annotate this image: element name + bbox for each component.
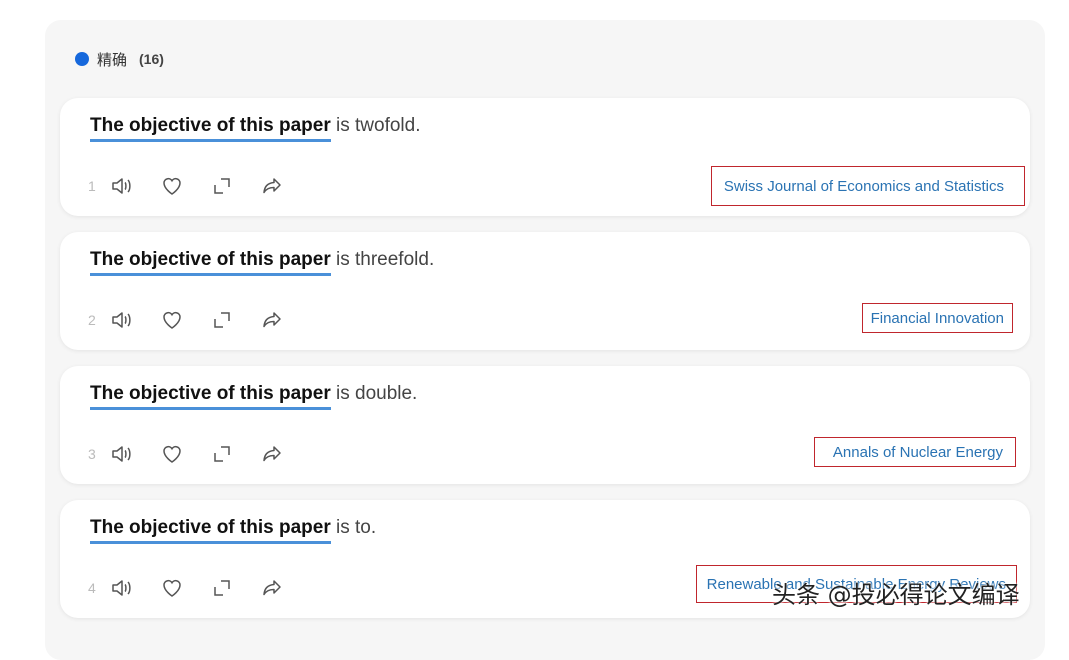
example-sentence: The objective of this paper is to.	[90, 517, 376, 544]
share-button[interactable]	[260, 174, 310, 198]
speaker-icon	[112, 312, 131, 328]
speak-button[interactable]	[110, 174, 160, 198]
category-dot-icon	[75, 52, 89, 66]
result-card: The objective of this paper is twofold. …	[60, 98, 1030, 216]
share-button[interactable]	[260, 308, 310, 332]
speak-button[interactable]	[110, 576, 160, 600]
expand-icon	[214, 178, 230, 194]
result-count: (16)	[139, 51, 164, 67]
result-number: 3	[88, 446, 96, 462]
sentence-rest: is to.	[330, 517, 377, 538]
result-number: 2	[88, 312, 96, 328]
highlighted-phrase: The objective of this paper	[90, 517, 331, 544]
highlighted-phrase: The objective of this paper	[90, 383, 331, 410]
favorite-button[interactable]	[160, 576, 210, 600]
share-icon	[263, 446, 281, 462]
heart-icon	[163, 445, 181, 463]
result-card: The objective of this paper is threefold…	[60, 232, 1030, 350]
speaker-icon	[112, 580, 131, 596]
source-journal-link[interactable]: Swiss Journal of Economics and Statistic…	[710, 166, 1025, 206]
highlighted-phrase: The objective of this paper	[90, 115, 331, 142]
share-button[interactable]	[260, 442, 310, 466]
share-button[interactable]	[260, 576, 310, 600]
source-journal-link[interactable]: Financial Innovation	[861, 303, 1013, 333]
action-bar: 1	[88, 174, 310, 198]
speak-button[interactable]	[110, 442, 160, 466]
expand-icon	[214, 580, 230, 596]
highlighted-phrase: The objective of this paper	[90, 249, 331, 276]
expand-button[interactable]	[210, 174, 260, 198]
favorite-button[interactable]	[160, 442, 210, 466]
heart-icon	[163, 177, 181, 195]
expand-icon	[214, 446, 230, 462]
speaker-icon	[112, 446, 131, 462]
sentence-rest: is double.	[330, 383, 418, 404]
result-number: 4	[88, 580, 96, 596]
expand-button[interactable]	[210, 442, 260, 466]
category-label: 精确	[97, 50, 128, 69]
expand-button[interactable]	[210, 308, 260, 332]
action-bar: 2	[88, 308, 310, 332]
example-sentence: The objective of this paper is double.	[90, 383, 417, 410]
speaker-icon	[112, 178, 131, 194]
share-icon	[263, 312, 281, 328]
result-card: The objective of this paper is double. 3…	[60, 366, 1030, 484]
action-bar: 4	[88, 576, 310, 600]
expand-button[interactable]	[210, 576, 260, 600]
share-icon	[263, 178, 281, 194]
example-sentence: The objective of this paper is twofold.	[90, 115, 420, 142]
heart-icon	[163, 579, 181, 597]
speak-button[interactable]	[110, 308, 160, 332]
watermark: 头条 @投必得论文编译	[772, 581, 1020, 609]
share-icon	[263, 580, 281, 596]
expand-icon	[214, 312, 230, 328]
example-sentence: The objective of this paper is threefold…	[90, 249, 434, 276]
heart-icon	[163, 311, 181, 329]
results-panel: 精确 (16) The objective of this paper is t…	[45, 20, 1045, 660]
results-header: 精确 (16)	[75, 48, 164, 70]
sentence-rest: is threefold.	[330, 249, 435, 270]
favorite-button[interactable]	[160, 308, 210, 332]
action-bar: 3	[88, 442, 310, 466]
favorite-button[interactable]	[160, 174, 210, 198]
sentence-rest: is twofold.	[330, 115, 421, 136]
result-number: 1	[88, 178, 96, 194]
source-journal-link[interactable]: Annals of Nuclear Energy	[813, 437, 1016, 467]
